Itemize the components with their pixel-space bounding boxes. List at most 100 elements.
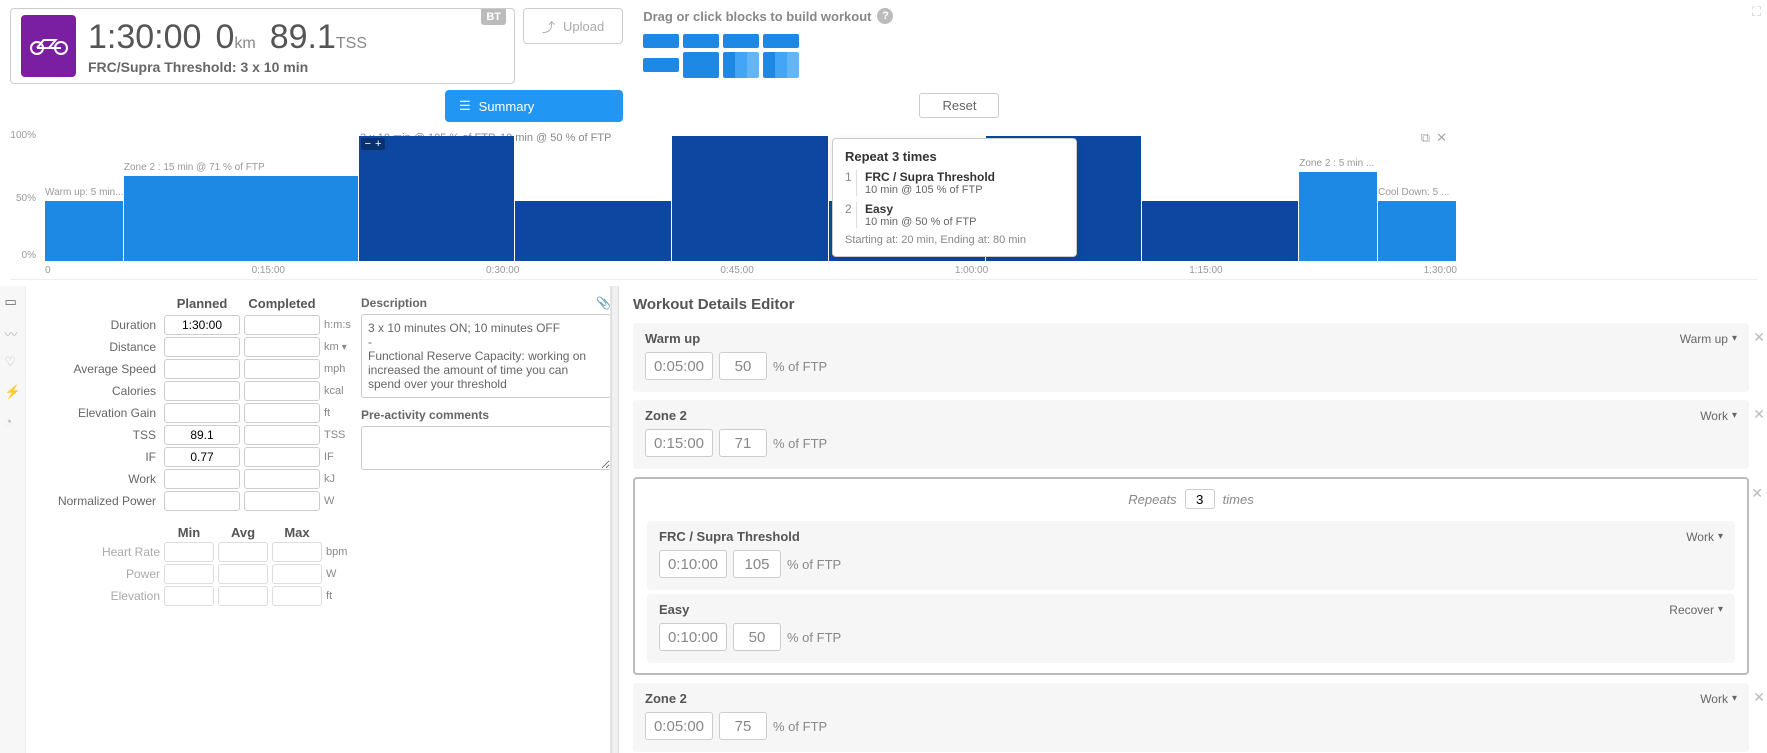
time-input[interactable]: [645, 429, 713, 457]
if-planned[interactable]: [164, 447, 240, 467]
distance-unit-select[interactable]: km ▾: [324, 341, 364, 353]
attachment-icon[interactable]: 📎: [596, 296, 611, 310]
close-icon[interactable]: ✕: [1753, 689, 1765, 706]
pct-input[interactable]: [719, 352, 767, 380]
el-avg[interactable]: [218, 586, 268, 606]
upload-icon: ⤴: [542, 17, 555, 36]
chart-x-axis: 00:15:00 0:30:000:45:00 1:00:001:15:00 1…: [45, 265, 1457, 279]
duration-value: 1:30:00: [88, 18, 201, 57]
close-icon[interactable]: ✕: [1753, 329, 1765, 346]
bike-icon: [21, 15, 76, 77]
hr-avg[interactable]: [218, 542, 268, 562]
calories-completed[interactable]: [244, 381, 320, 401]
details-pane: Planned Completed Durationh:m:s Distance…: [26, 286, 611, 753]
pct-input[interactable]: [733, 623, 781, 651]
duration-planned[interactable]: [164, 315, 240, 335]
pct-input[interactable]: [719, 429, 767, 457]
np-completed[interactable]: [244, 491, 320, 511]
time-input[interactable]: [645, 712, 713, 740]
pw-avg[interactable]: [218, 564, 268, 584]
palette-block[interactable]: [643, 58, 679, 72]
build-hint-text: Drag or click blocks to build workout: [643, 9, 871, 24]
type-dropdown[interactable]: Work▾: [1686, 530, 1723, 544]
description-text[interactable]: 3 x 10 minutes ON; 10 minutes OFF-Functi…: [361, 314, 611, 398]
if-completed[interactable]: [244, 447, 320, 467]
tss-completed[interactable]: [244, 425, 320, 445]
tab-summary-icon[interactable]: ▭: [5, 294, 21, 310]
duration-completed[interactable]: [244, 315, 320, 335]
time-input[interactable]: [659, 550, 727, 578]
block-easy: Easy Recover▾ % of FTP: [647, 594, 1735, 663]
tooltip-title: Repeat 3 times: [845, 149, 1064, 164]
pw-max[interactable]: [272, 564, 322, 584]
elev-planned[interactable]: [164, 403, 240, 423]
workout-subtitle: FRC/Supra Threshold: 3 x 10 min: [88, 59, 367, 75]
palette-block[interactable]: [763, 52, 799, 78]
palette-block[interactable]: [683, 52, 719, 78]
distance-completed[interactable]: [244, 337, 320, 357]
close-icon[interactable]: ✕: [1751, 485, 1763, 502]
type-dropdown[interactable]: Warm up▾: [1680, 332, 1737, 346]
editor-pane: Workout Details Editor ✕ Warm up Warm up…: [619, 286, 1767, 753]
col-planned: Planned: [164, 296, 240, 311]
repeats-input[interactable]: [1185, 489, 1215, 509]
work-planned[interactable]: [164, 469, 240, 489]
help-icon[interactable]: ?: [877, 8, 893, 24]
np-planned[interactable]: [164, 491, 240, 511]
avgspeed-planned[interactable]: [164, 359, 240, 379]
side-tab-bar: ▭ 〰 ♡ ⚡ ◔: [0, 286, 26, 753]
distance-value: 0: [215, 18, 234, 56]
tss-planned[interactable]: [164, 425, 240, 445]
col-completed: Completed: [244, 296, 320, 311]
tab-heart-icon[interactable]: ♡: [5, 354, 21, 370]
workout-chart: 3 x 10 min @ 105 % of FTP, 10 min @ 50 %…: [10, 130, 1757, 280]
top-toolbar: 1:30:00 0km 89.1TSS FRC/Supra Threshold:…: [0, 0, 1767, 122]
pre-comments-input[interactable]: [361, 426, 611, 470]
block-warmup: ✕ Warm up Warm up▾ % of FTP: [633, 323, 1749, 392]
pw-min[interactable]: [164, 564, 214, 584]
work-completed[interactable]: [244, 469, 320, 489]
summary-button[interactable]: ☰ Summary: [445, 90, 623, 122]
upload-button[interactable]: ⤴ Upload: [523, 8, 623, 44]
block-palette: Drag or click blocks to build workout ?: [643, 8, 893, 78]
calories-planned[interactable]: [164, 381, 240, 401]
el-min[interactable]: [164, 586, 214, 606]
type-dropdown[interactable]: Recover▾: [1669, 603, 1723, 617]
palette-block[interactable]: [643, 34, 679, 48]
bt-badge: BT: [481, 9, 506, 25]
list-icon: ☰: [459, 98, 471, 114]
chart-y-axis: 100% 50% 0%: [10, 130, 40, 261]
pct-input[interactable]: [733, 550, 781, 578]
tab-power-icon[interactable]: ⚡: [5, 384, 21, 400]
tab-chart-icon[interactable]: 〰: [5, 324, 21, 340]
description-heading: Description: [361, 296, 427, 310]
repeat-block: ✕ Repeats times FRC / Supra Threshold Wo…: [633, 477, 1749, 675]
time-input[interactable]: [659, 623, 727, 651]
avgspeed-completed[interactable]: [244, 359, 320, 379]
reset-button[interactable]: Reset: [919, 93, 999, 118]
block-frc: FRC / Supra Threshold Work▾ % of FTP: [647, 521, 1735, 590]
fullscreen-icon[interactable]: ⛶: [1752, 4, 1761, 20]
interval-tooltip: Repeat 3 times 1 FRC / Supra Threshold 1…: [832, 138, 1077, 257]
pre-comments-heading: Pre-activity comments: [361, 408, 611, 422]
editor-title: Workout Details Editor: [633, 296, 1749, 313]
block-zone2-1: ✕ Zone 2 Work▾ % of FTP: [633, 400, 1749, 469]
palette-block[interactable]: [723, 52, 759, 78]
hr-min[interactable]: [164, 542, 214, 562]
pct-input[interactable]: [719, 712, 767, 740]
close-icon[interactable]: ✕: [1753, 406, 1765, 423]
hr-max[interactable]: [272, 542, 322, 562]
elev-completed[interactable]: [244, 403, 320, 423]
el-max[interactable]: [272, 586, 322, 606]
block-zone2-2: ✕ Zone 2 Work▾ % of FTP: [633, 683, 1749, 752]
tab-time-icon[interactable]: ◔: [5, 414, 21, 430]
distance-planned[interactable]: [164, 337, 240, 357]
palette-block[interactable]: [683, 34, 719, 48]
palette-block[interactable]: [763, 34, 799, 48]
palette-block[interactable]: [723, 34, 759, 48]
time-input[interactable]: [645, 352, 713, 380]
pane-divider[interactable]: [611, 286, 619, 753]
type-dropdown[interactable]: Work▾: [1700, 692, 1737, 706]
chart-bars[interactable]: Warm up: 5 min...Zone 2 : 15 min @ 71 % …: [45, 130, 1457, 261]
type-dropdown[interactable]: Work▾: [1700, 409, 1737, 423]
